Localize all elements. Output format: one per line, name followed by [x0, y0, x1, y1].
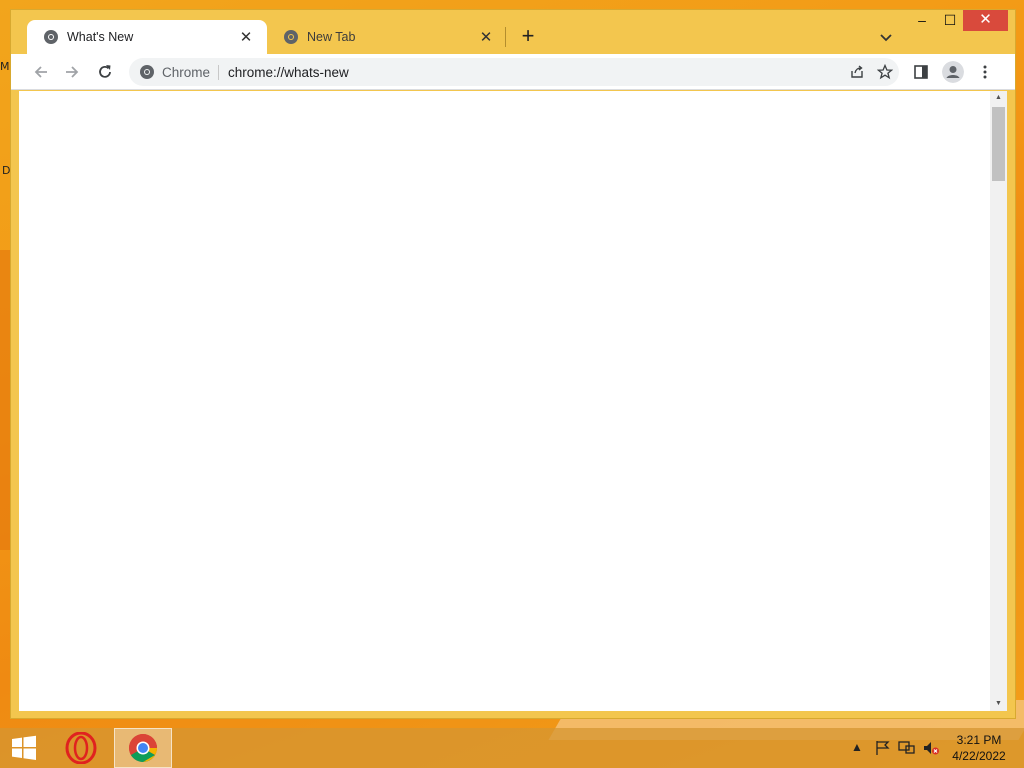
new-tab-button[interactable]: +	[515, 24, 541, 50]
network-icon[interactable]	[898, 740, 916, 756]
show-hidden-icons-chevron-icon[interactable]: ▲	[848, 740, 866, 756]
windows-logo-icon	[12, 735, 36, 760]
taskbar: ▲ 3:21 PM 4/22/2022	[0, 728, 1024, 768]
address-bar[interactable]: Chrome chrome://whats-new	[129, 58, 899, 86]
action-center-flag-icon[interactable]	[874, 740, 892, 756]
share-button[interactable]	[843, 58, 871, 86]
url-text[interactable]: chrome://whats-new	[228, 65, 843, 80]
back-button[interactable]	[27, 58, 55, 86]
maximize-button[interactable]: ☐	[937, 10, 963, 31]
scroll-up-arrow-icon[interactable]: ▲	[990, 91, 1007, 105]
clock-date: 4/22/2022	[952, 749, 1006, 763]
taskbar-app-opera[interactable]	[56, 728, 106, 768]
scroll-thumb[interactable]	[992, 107, 1005, 181]
profile-button[interactable]	[939, 58, 967, 86]
site-chip-label: Chrome	[162, 64, 220, 80]
page-content: ▲ ▼	[19, 91, 1007, 711]
vertical-scrollbar[interactable]: ▲ ▼	[990, 91, 1007, 711]
start-button[interactable]	[0, 728, 48, 768]
kebab-menu-icon	[983, 65, 987, 79]
taskbar-app-chrome[interactable]	[114, 728, 172, 768]
desktop-icon-label: M	[0, 60, 10, 73]
side-panel-icon	[914, 65, 928, 79]
clock-time: 3:21 PM	[956, 733, 1002, 747]
chrome-site-icon	[140, 65, 154, 79]
back-arrow-icon	[34, 66, 47, 78]
toolbar: Chrome chrome://whats-new	[11, 54, 1015, 90]
system-clock[interactable]: 3:21 PM 4/22/2022	[946, 732, 1012, 764]
reload-icon	[99, 65, 111, 78]
opera-logo-icon	[65, 732, 97, 764]
menu-button[interactable]	[971, 58, 999, 86]
bookmark-button[interactable]	[871, 58, 899, 86]
tab-title: What's New	[67, 30, 134, 44]
tab-title: New Tab	[307, 30, 356, 44]
chrome-favicon-icon	[44, 30, 58, 44]
share-icon	[851, 65, 863, 78]
tab-close-icon[interactable]: ✕	[237, 28, 255, 46]
tab-whats-new[interactable]: What's New ✕	[27, 20, 267, 54]
tab-separator	[505, 27, 506, 47]
forward-arrow-icon	[66, 66, 79, 78]
browser-window: What's New ✕ New Tab ✕ + – ☐ ✕ Chrome ch…	[10, 9, 1016, 719]
forward-button[interactable]	[58, 58, 86, 86]
scroll-down-arrow-icon[interactable]: ▼	[990, 697, 1007, 711]
tab-strip: What's New ✕ New Tab ✕ + – ☐ ✕	[11, 10, 1015, 54]
star-icon	[877, 64, 893, 80]
close-window-button[interactable]: ✕	[963, 10, 1008, 31]
reload-button[interactable]	[91, 58, 119, 86]
tab-new-tab[interactable]: New Tab ✕	[267, 20, 507, 54]
tab-close-icon[interactable]: ✕	[477, 28, 495, 46]
tab-search-chevron-icon[interactable]	[875, 26, 897, 48]
minimize-button[interactable]: –	[909, 10, 935, 31]
volume-muted-icon[interactable]	[922, 740, 940, 756]
side-panel-button[interactable]	[907, 58, 935, 86]
chrome-logo-icon	[129, 734, 157, 762]
chrome-favicon-icon	[284, 30, 298, 44]
profile-avatar-icon	[942, 61, 964, 83]
